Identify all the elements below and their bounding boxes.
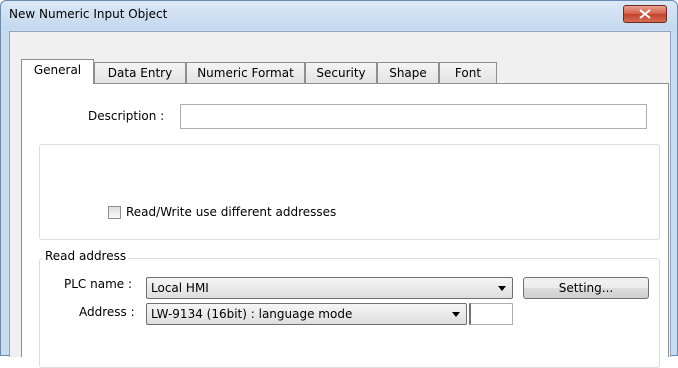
- chevron-down-icon: [498, 286, 506, 291]
- tab-security-label: Security: [316, 66, 366, 80]
- plc-name-label: PLC name :: [64, 277, 133, 291]
- tab-shape[interactable]: Shape: [377, 62, 439, 84]
- tab-font[interactable]: Font: [439, 62, 497, 84]
- dialog-window: New Numeric Input Object General Data En…: [0, 0, 678, 368]
- address-offset-input[interactable]: [469, 303, 513, 325]
- rw-different-addresses-checkbox[interactable]: [108, 206, 121, 219]
- title-bar[interactable]: New Numeric Input Object: [1, 1, 677, 29]
- chevron-down-icon: [452, 312, 460, 317]
- tab-data-entry-label: Data Entry: [107, 66, 173, 80]
- tab-data-entry[interactable]: Data Entry: [94, 62, 186, 84]
- general-tab-panel: Description : Read/Write use different a…: [21, 83, 669, 368]
- description-label: Description :: [88, 109, 165, 123]
- tab-general[interactable]: General: [21, 59, 94, 84]
- close-button[interactable]: [623, 5, 667, 23]
- tab-general-label: General: [33, 63, 82, 77]
- tab-security[interactable]: Security: [305, 62, 377, 84]
- read-address-group-label: Read address: [43, 249, 129, 263]
- rw-options-group: Read/Write use different addresses: [39, 144, 660, 240]
- setting-button-label: Setting...: [558, 281, 614, 295]
- close-x-icon: [639, 9, 651, 19]
- plc-name-select[interactable]: Local HMI: [146, 277, 513, 299]
- plc-name-value: Local HMI: [151, 281, 209, 295]
- address-select[interactable]: LW-9134 (16bit) : language mode: [146, 303, 467, 325]
- window-title: New Numeric Input Object: [9, 7, 168, 21]
- tab-shape-label: Shape: [389, 66, 427, 80]
- address-label: Address :: [79, 305, 135, 319]
- tab-numeric-format-label: Numeric Format: [197, 66, 294, 80]
- address-value: LW-9134 (16bit) : language mode: [151, 307, 353, 321]
- tab-numeric-format[interactable]: Numeric Format: [186, 62, 305, 84]
- setting-button[interactable]: Setting...: [523, 277, 649, 299]
- description-input[interactable]: [180, 104, 647, 129]
- tab-font-label: Font: [454, 66, 482, 80]
- rw-different-addresses-label[interactable]: Read/Write use different addresses: [126, 205, 336, 219]
